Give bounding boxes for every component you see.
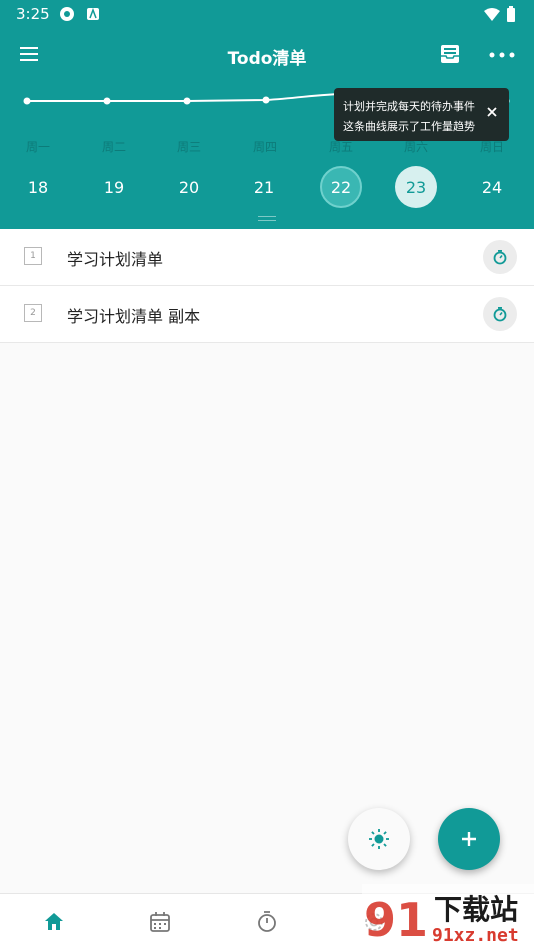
stopwatch-icon [493, 250, 507, 265]
battery-icon [507, 6, 515, 22]
tooltip-text: 这条曲线展示了工作量趋势 [343, 120, 475, 133]
date-cell[interactable]: 18 [17, 166, 59, 208]
trend-point [23, 97, 31, 105]
timer-button[interactable] [483, 297, 517, 331]
theme-toggle-button[interactable] [348, 808, 410, 870]
wifi-icon [484, 8, 500, 21]
svg-text:91: 91 [364, 893, 428, 947]
date-cell[interactable]: 21 [243, 166, 285, 208]
weekday-label: 周三 [176, 140, 201, 154]
calendar-icon[interactable] [148, 910, 172, 934]
list-item[interactable]: 2 学习计划清单 副本 [0, 286, 534, 343]
plus-icon [462, 832, 476, 846]
timer-icon[interactable] [255, 910, 279, 934]
status-time: 3:25 [16, 5, 50, 23]
guide-tooltip: 计划并完成每天的待办事件 这条曲线展示了工作量趋势 [334, 88, 509, 141]
sync-icon [60, 7, 74, 21]
trend-point [103, 97, 111, 105]
date-cell-today[interactable]: 22 [320, 166, 362, 208]
add-button[interactable] [438, 808, 500, 870]
stopwatch-icon [493, 307, 507, 322]
list-item-label: 学习计划清单 [67, 250, 164, 269]
notification-icon [87, 7, 99, 20]
trend-point [262, 96, 270, 104]
status-bar: 3:25 [0, 0, 534, 28]
date-cell[interactable]: 20 [168, 166, 210, 208]
close-icon[interactable] [485, 105, 499, 119]
timer-button[interactable] [483, 240, 517, 274]
date-cell[interactable]: 19 [93, 166, 135, 208]
app-header: 3:25 Todo清单 周一 周二 周三 周四 周五 周六 周日 18 19 2… [0, 0, 534, 229]
list-index-box[interactable]: 1 [24, 247, 42, 265]
date-cell[interactable]: 24 [471, 166, 513, 208]
toolbar: Todo清单 [0, 30, 534, 80]
watermark-url: 91xz.net [432, 925, 519, 946]
home-icon[interactable] [42, 910, 66, 934]
list-item-label: 学习计划清单 副本 [67, 307, 201, 326]
watermark-text: 下载站 [434, 893, 519, 926]
inbox-archive-icon[interactable] [438, 42, 462, 66]
weekday-label: 周一 [25, 140, 50, 154]
sun-icon [369, 829, 389, 849]
date-cell-selected[interactable]: 23 [395, 166, 437, 208]
drag-handle[interactable] [258, 216, 276, 221]
weekday-label: 周四 [252, 140, 277, 154]
todo-list: 1 学习计划清单 2 学习计划清单 副本 [0, 229, 534, 343]
weekday-label: 周二 [101, 140, 126, 154]
list-item[interactable]: 1 学习计划清单 [0, 229, 534, 286]
list-index-box[interactable]: 2 [24, 304, 42, 322]
trend-point [183, 97, 191, 105]
more-dots-icon[interactable] [488, 43, 516, 67]
tooltip-text: 计划并完成每天的待办事件 [343, 100, 475, 113]
